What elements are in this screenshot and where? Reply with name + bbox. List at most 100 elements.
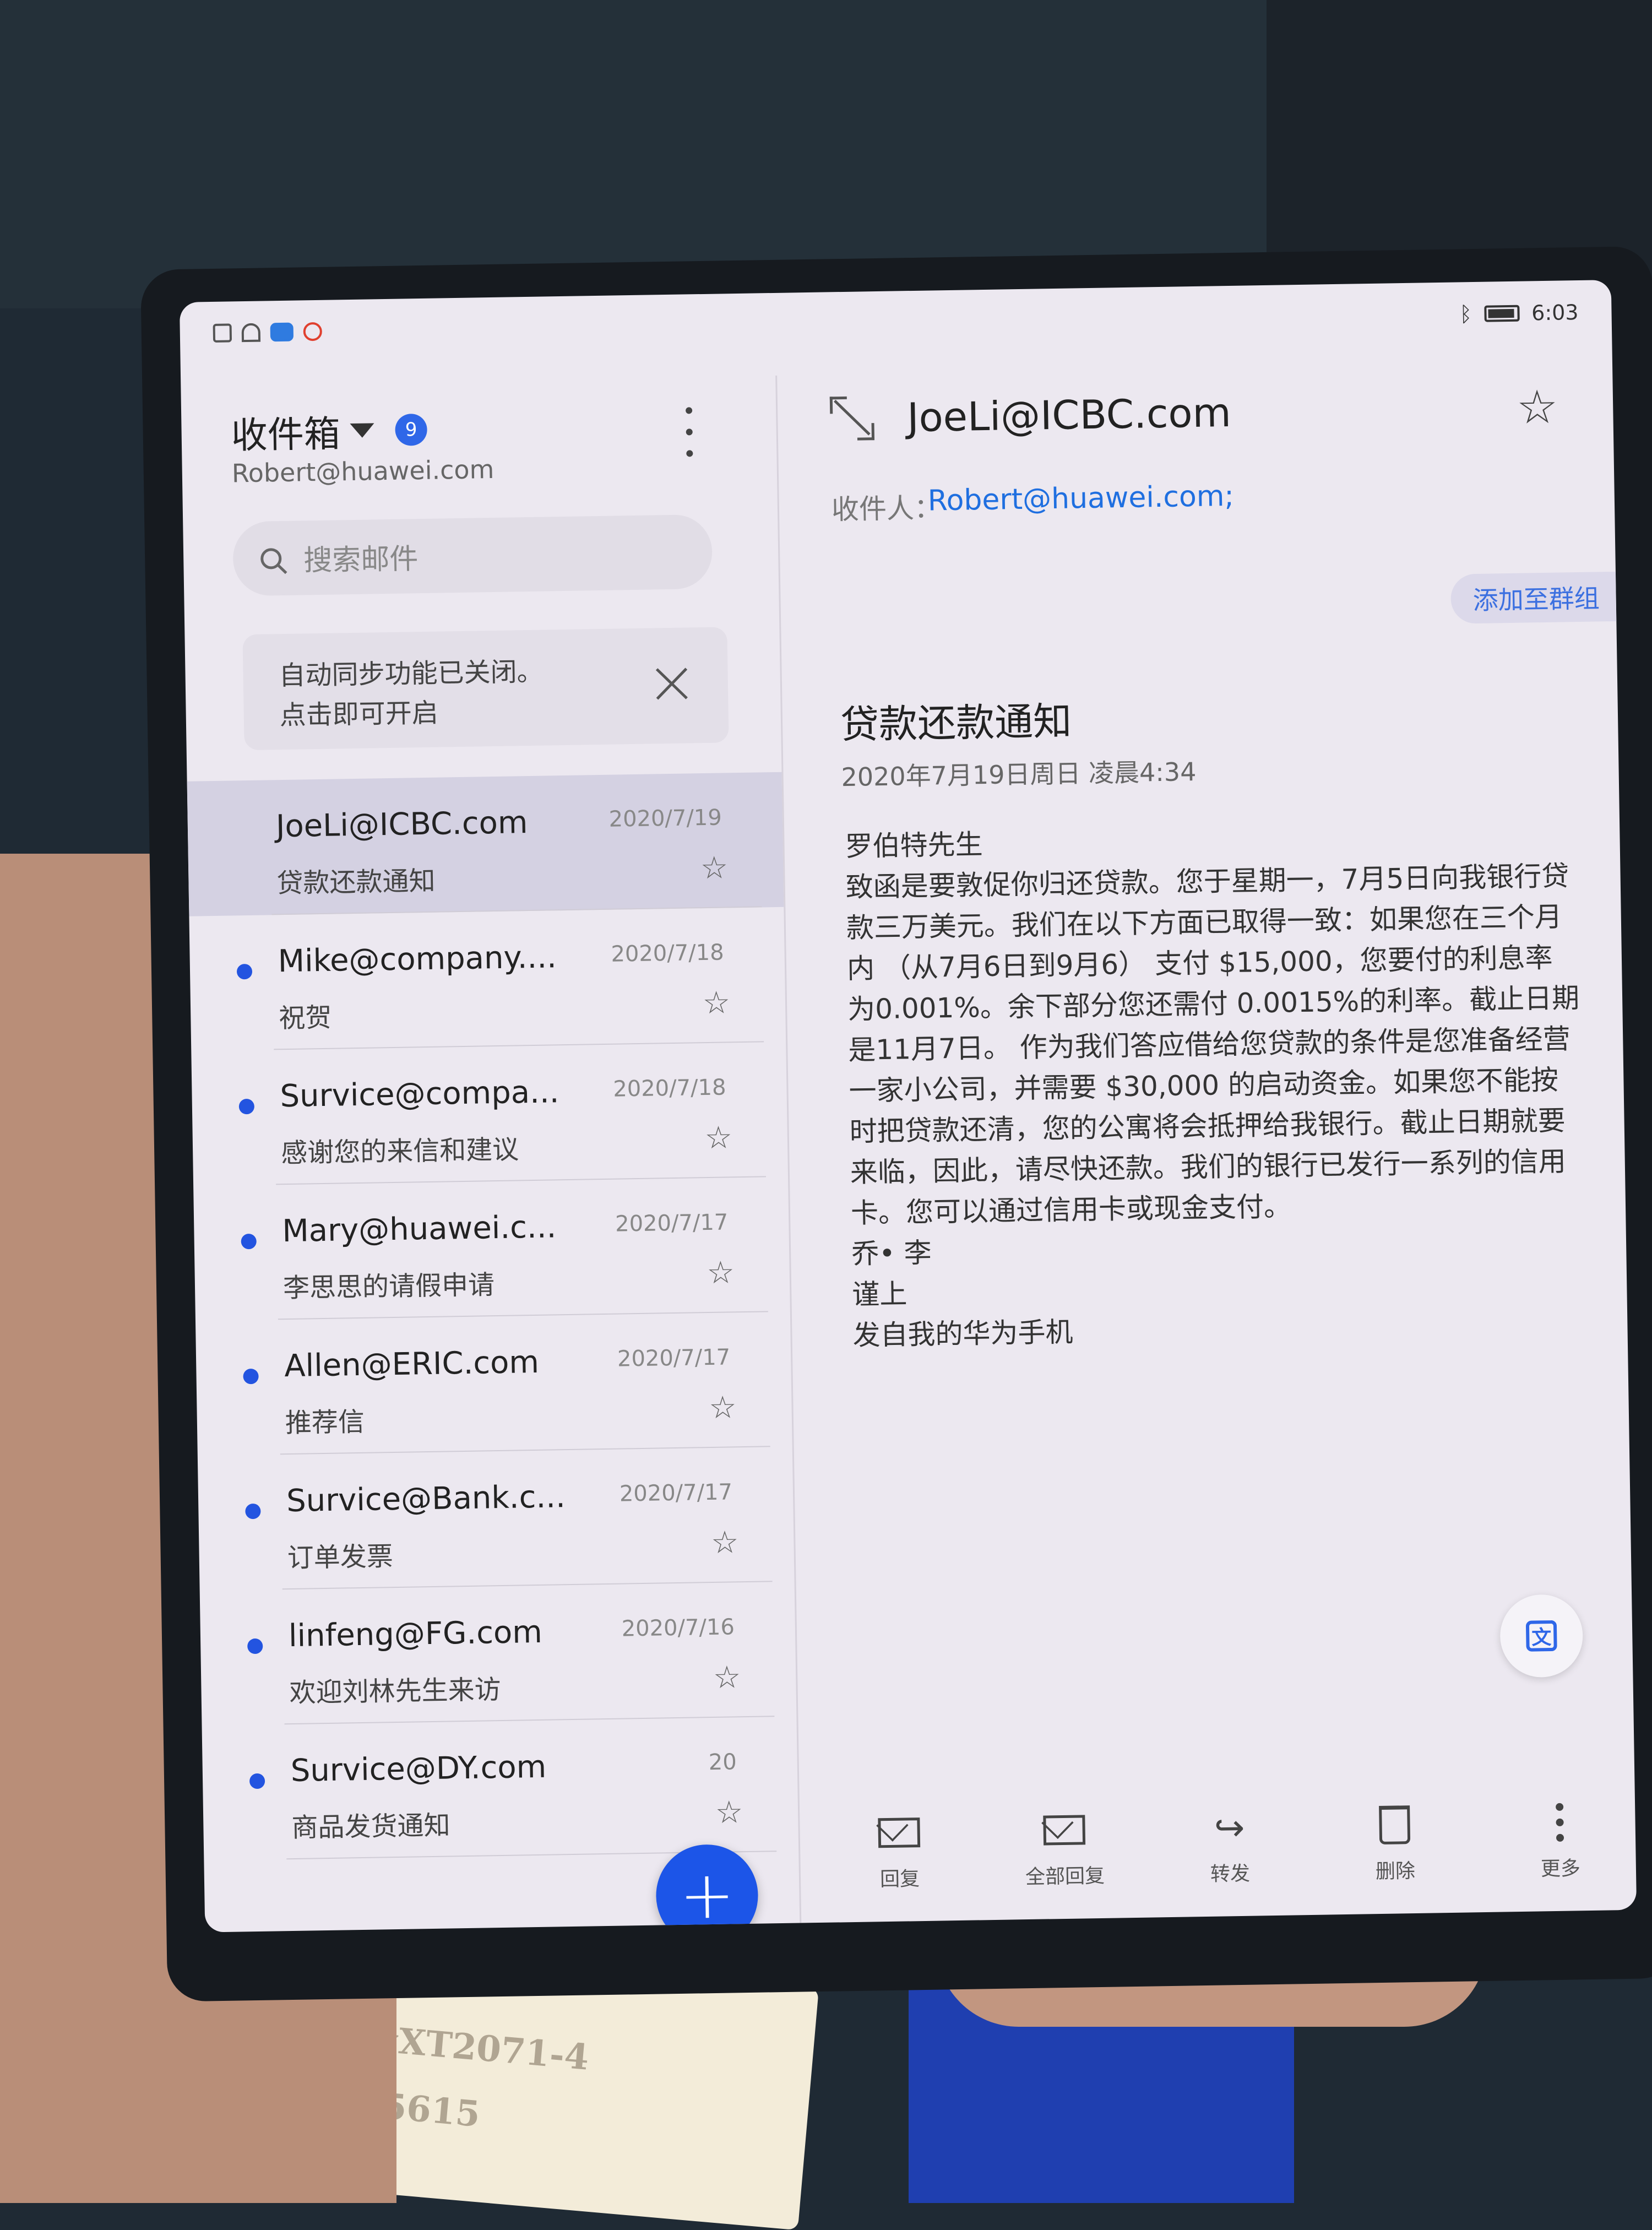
- mail-list-item[interactable]: linfeng@FG.com 欢迎刘林先生来访 2020/7/16 ☆: [200, 1582, 797, 1726]
- folder-selector[interactable]: 收件箱 9: [231, 403, 428, 459]
- mail-body-text: 致函是要敦促你归还贷款。您于星期一，7月5日向我银行贷款三万美元。我们在以下方面…: [845, 860, 1580, 1229]
- wifi-icon: [241, 323, 261, 343]
- mail-date: 2020/7/16: [621, 1614, 735, 1642]
- reply-button[interactable]: 回复: [833, 1810, 966, 1923]
- mail-subject-preview: 推荐信: [285, 1406, 365, 1439]
- star-icon[interactable]: ☆: [704, 1120, 732, 1156]
- trash-icon: [1373, 1803, 1416, 1847]
- mail-subject-preview: 贷款还款通知: [276, 865, 436, 899]
- reply-all-icon: [1042, 1808, 1086, 1852]
- star-icon[interactable]: ☆: [715, 1794, 743, 1831]
- sender-address[interactable]: JoeLi@ICBC.com: [907, 389, 1232, 441]
- close-icon[interactable]: [654, 666, 689, 702]
- bluetooth-icon: ᛒ: [1459, 302, 1472, 327]
- compose-button[interactable]: +: [655, 1843, 759, 1933]
- mail-sender: Mary@huawei.c...: [281, 1209, 557, 1250]
- star-icon[interactable]: ☆: [700, 850, 728, 886]
- mail-date: 20: [708, 1749, 737, 1776]
- more-label: 更多: [1540, 1857, 1581, 1881]
- reply-icon: [877, 1811, 921, 1854]
- mail-subject-preview: 祝贺: [278, 1002, 332, 1034]
- add-to-group-button[interactable]: 添加至群组: [1450, 571, 1617, 624]
- star-icon[interactable]: ☆: [711, 1524, 739, 1561]
- star-icon[interactable]: ☆: [709, 1390, 737, 1426]
- unread-dot-icon: [247, 1638, 263, 1654]
- mail-date: 2020/7/17: [619, 1479, 733, 1507]
- foldable-phone: ᛒ 6:03 收件箱 9 Robert@huawei.com 搜索邮件 自动同步…: [140, 246, 1652, 2002]
- mail-date: 2020/7/19: [608, 805, 722, 832]
- translate-button[interactable]: 文: [1499, 1594, 1584, 1678]
- caret-down-icon: [350, 423, 374, 438]
- huawei-logo-icon: [303, 322, 323, 341]
- status-icons-right: ᛒ 6:03: [1459, 300, 1579, 326]
- mail-subject-preview: 感谢您的来信和建议: [280, 1134, 519, 1169]
- expand-icon[interactable]: [829, 396, 875, 441]
- mail-list-item[interactable]: Mike@company.... 祝贺 2020/7/18 ☆: [189, 907, 786, 1051]
- search-input[interactable]: 搜索邮件: [232, 514, 713, 596]
- status-time: 6:03: [1531, 300, 1579, 325]
- delete-button[interactable]: 删除: [1328, 1803, 1462, 1915]
- delete-label: 删除: [1375, 1859, 1416, 1884]
- sync-notice-line1: 自动同步功能已关闭。: [279, 656, 544, 692]
- mail-list-item[interactable]: Mary@huawei.c... 李思思的请假申请 2020/7/17 ☆: [193, 1177, 790, 1321]
- search-icon: [260, 547, 282, 569]
- reply-all-label: 全部回复: [1025, 1864, 1105, 1889]
- mail-subject-preview: 欢迎刘林先生来访: [289, 1674, 502, 1709]
- mail-list-item[interactable]: Survice@compa... 感谢您的来信和建议 2020/7/18 ☆: [191, 1042, 788, 1186]
- mail-date: 2020/7/18: [611, 940, 724, 967]
- reply-all-button[interactable]: 全部回复: [998, 1808, 1132, 1920]
- star-icon[interactable]: ☆: [713, 1659, 741, 1696]
- more-vertical-icon: [1538, 1800, 1582, 1844]
- mail-sender: Survice@compa...: [280, 1074, 559, 1115]
- more-button[interactable]: 更多: [1493, 1800, 1627, 1912]
- mail-subject-preview: 李思思的请假申请: [282, 1269, 495, 1304]
- unread-dot-icon: [245, 1503, 261, 1520]
- unread-dot-icon: [236, 963, 253, 980]
- unread-badge: 9: [395, 413, 428, 446]
- sync-notice-text: 自动同步功能已关闭。 点击即可开启: [279, 652, 544, 736]
- mail-sender: Survice@Bank.c...: [286, 1479, 566, 1520]
- account-address: Robert@huawei.com: [231, 454, 494, 489]
- mail-list-pane: 收件箱 9 Robert@huawei.com 搜索邮件 自动同步功能已关闭。 …: [181, 354, 800, 1933]
- screen: ᛒ 6:03 收件箱 9 Robert@huawei.com 搜索邮件 自动同步…: [179, 280, 1637, 1933]
- notification-icon: [213, 323, 232, 343]
- mail-sender: Allen@ERIC.com: [284, 1344, 540, 1385]
- sync-notice[interactable]: 自动同步功能已关闭。 点击即可开启: [242, 627, 729, 751]
- forward-label: 转发: [1210, 1862, 1251, 1886]
- mail-sender: Survice@DY.com: [290, 1749, 547, 1789]
- reply-label: 回复: [879, 1868, 920, 1891]
- mail-date: 2020/7/17: [615, 1209, 729, 1237]
- status-icons-left: [213, 322, 323, 343]
- unread-dot-icon: [241, 1233, 257, 1250]
- unread-dot-icon: [249, 1773, 265, 1789]
- mail-list-item[interactable]: JoeLi@ICBC.com 贷款还款通知 2020/7/19 ☆: [187, 772, 784, 916]
- mail-list-item[interactable]: Allen@ERIC.com 推荐信 2020/7/17 ☆: [195, 1312, 792, 1456]
- forward-icon: ↪: [1214, 1806, 1245, 1849]
- sync-notice-line2: 点击即可开启: [279, 697, 439, 731]
- translate-icon: 文: [1525, 1620, 1557, 1652]
- star-icon[interactable]: ☆: [1516, 380, 1558, 435]
- mail-date: 2020/7/18: [613, 1075, 726, 1102]
- mail-sender: JoeLi@ICBC.com: [275, 805, 528, 845]
- mail-list-item[interactable]: Survice@Bank.c... 订单发票 2020/7/17 ☆: [198, 1447, 795, 1591]
- more-options-icon[interactable]: [682, 407, 696, 457]
- mail-sender: Mike@company....: [278, 939, 557, 980]
- mail-list: JoeLi@ICBC.com 贷款还款通知 2020/7/19 ☆ Mike@compa…: [187, 772, 799, 1861]
- cloud-icon: [270, 322, 294, 342]
- star-icon[interactable]: ☆: [702, 985, 730, 1021]
- reading-pane: JoeLi@ICBC.com ☆ 收件人： Robert@huawei.com;…: [777, 340, 1637, 1923]
- mail-toolbar: 回复 全部回复 ↪ 转发 删除 更多: [833, 1800, 1627, 1923]
- unread-dot-icon: [243, 1368, 259, 1385]
- search-placeholder: 搜索邮件: [303, 542, 419, 578]
- folder-title: 收件箱: [231, 413, 341, 457]
- battery-icon: [1483, 305, 1520, 322]
- unread-dot-icon: [238, 1098, 255, 1115]
- mail-subject-preview: 订单发票: [287, 1541, 394, 1574]
- mail-list-item[interactable]: Survice@DY.com 商品发货通知 20 ☆: [202, 1717, 799, 1861]
- star-icon[interactable]: ☆: [707, 1255, 735, 1291]
- mail-sender: linfeng@FG.com: [288, 1614, 543, 1654]
- mail-body: 罗伯特先生 致函是要敦促你归还贷款。您于星期一，7月5日向我银行贷款三万美元。我…: [845, 815, 1585, 1356]
- mail-subject-preview: 商品发货通知: [291, 1810, 450, 1844]
- recipient-address[interactable]: Robert@huawei.com;: [927, 480, 1234, 518]
- forward-button[interactable]: ↪ 转发: [1163, 1805, 1297, 1917]
